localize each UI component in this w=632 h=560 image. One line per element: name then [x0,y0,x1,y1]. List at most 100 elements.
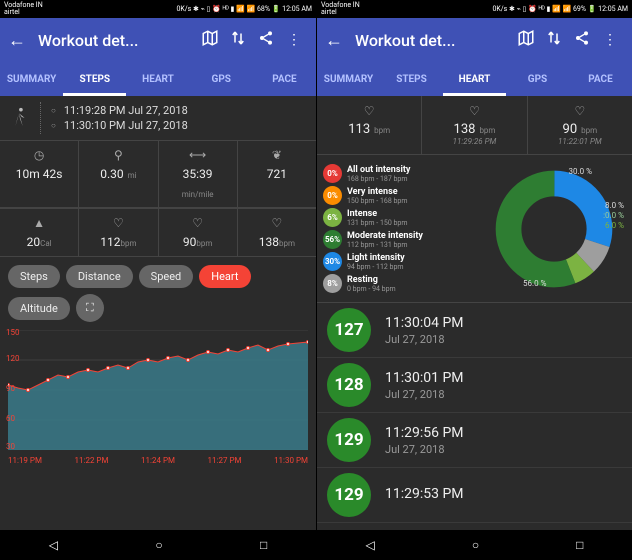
sort-icon[interactable] [224,29,252,51]
nav-recent[interactable]: □ [576,538,583,552]
phone-left: Vodafone IN airtel 0K/s ✱ ⌁ ▯ ⏰ ᴴᴰ ▮ 📶 📶… [0,0,316,560]
ytick-150: 150 [6,328,20,337]
hr-chart[interactable]: 150 120 90 60 30 11:19 PM 11:22 PM 11:24… [8,330,308,480]
phone-right: Vodafone IN airtel 0K/s ✱ ⌁ ▯ ⏰ ᴴᴰ ▮ 📶 📶… [316,0,632,560]
stat-hr-max: ♡138bpm [238,209,316,256]
clock-icon: ◷ [4,147,74,163]
chart-svg [8,330,308,450]
pill-speed[interactable]: Speed [139,265,194,288]
pill-heart[interactable]: Heart [199,265,250,288]
stat-hr-avg: ♡112bpm [79,209,158,256]
ytick-30: 30 [6,442,15,451]
zone-allout: 0%All out intensity168 bpm - 187 bpm [323,164,481,183]
nav-home[interactable]: ○ [155,538,162,552]
status-carrier: Vodafone IN airtel [321,2,360,16]
ytick-90: 90 [6,384,15,393]
back-button[interactable]: ← [325,30,343,51]
content-left: 11:19:28 PM Jul 27, 2018 11:30:10 PM Jul… [0,96,316,480]
status-icons: 0K/s ✱ ⌁ ▯ ⏰ ᴴᴰ ▮ 📶 📶 68% 🔋 12:05 AM [176,5,312,13]
zone-moderate: 56%Moderate intensity112 bpm - 131 bpm [323,230,481,249]
pill-altitude[interactable]: Altitude [8,297,70,320]
sort-icon[interactable] [540,29,568,51]
donut-label-blue: 30.0 % [569,167,592,176]
metric-pills: Steps Distance Speed Heart Altitude ⛶ [0,257,316,330]
tab-steps[interactable]: STEPS [63,62,126,96]
android-nav: ◁ ○ □ [0,530,316,560]
list-item[interactable]: 12911:29:53 PM [317,468,632,523]
status-icons: 0K/s ✱ ⌁ ▯ ⏰ ᴴᴰ ▮ 📶 📶 69% 🔋 12:05 AM [492,5,628,13]
app-bar: ← Workout det... ⋮ [317,18,632,62]
more-icon[interactable]: ⋮ [596,32,624,48]
content-right: ♡113 bpm ♡138 bpm11:29:26 PM ♡90 bpm11:2… [317,96,632,523]
tab-pace[interactable]: PACE [253,62,316,96]
flame-icon: ▲ [4,215,74,231]
share-icon[interactable] [252,30,280,50]
fullscreen-toggle[interactable]: ⛶ [76,294,104,322]
pill-distance[interactable]: Distance [66,265,133,288]
nav-home[interactable]: ○ [472,538,479,552]
time-range: 11:19:28 PM Jul 27, 2018 11:30:10 PM Jul… [0,96,316,140]
hr-summary: ♡113 bpm ♡138 bpm11:29:26 PM ♡90 bpm11:2… [317,96,632,155]
share-icon[interactable] [568,30,596,50]
list-item[interactable]: 12811:30:01 PMJul 27, 2018 [317,358,632,413]
zone-light: 30%Light intensity94 bpm - 112 bpm [323,252,481,271]
stats-row-2: ▲20Cal ♡112bpm ♡90bpm ♡138bpm [0,208,316,257]
donut-label-grey: 8.0 % [605,201,624,210]
end-time: 11:30:10 PM Jul 27, 2018 [51,119,308,132]
more-icon[interactable]: ⋮ [280,32,308,48]
stat-pace: ⟷35:39min/mile [159,141,238,207]
tab-pace[interactable]: PACE [569,62,632,96]
ytick-120: 120 [6,354,20,363]
tab-heart[interactable]: HEART [126,62,189,96]
page-title: Workout det... [355,31,512,50]
tab-steps[interactable]: STEPS [380,62,443,96]
zone-very: 0%Very intense150 bpm - 168 bpm [323,186,481,205]
hr-readings-list[interactable]: 12711:30:04 PMJul 27, 2018 12811:30:01 P… [317,303,632,523]
list-item[interactable]: 12911:29:56 PMJul 27, 2018 [317,413,632,468]
nav-back[interactable]: ◁ [49,538,58,552]
tab-summary[interactable]: SUMMARY [317,62,380,96]
page-title: Workout det... [38,31,196,50]
tabs: SUMMARY STEPS HEART GPS PACE [0,62,316,96]
zone-resting: 8%Resting0 bpm - 94 bpm [323,274,481,293]
donut-label-green: 6.0 % [605,221,624,230]
status-carrier: Vodafone IN airtel [4,2,43,16]
tab-gps[interactable]: GPS [190,62,253,96]
stats-row-1: ◷10m 42s ⚲0.30 mi ⟷35:39min/mile ❦721 [0,140,316,208]
stat-duration: ◷10m 42s [0,141,79,207]
nav-back[interactable]: ◁ [366,538,375,552]
heart-min-icon: ♡ [532,104,628,118]
zones-section: 0%All out intensity168 bpm - 187 bpm 0%V… [317,155,632,303]
android-nav: ◁ ○ □ [317,530,632,560]
donut-label-ltgreen: :0.0 % [603,211,624,220]
zones-donut: 30.0 % 8.0 % :0.0 % 6.0 % 56.0 % [481,161,626,296]
heart-max-icon: ♡ [242,215,312,231]
tab-gps[interactable]: GPS [506,62,569,96]
pin-icon: ⚲ [83,147,153,163]
heart-max-icon: ♡ [426,104,522,118]
hr-max: ♡138 bpm11:29:26 PM [422,96,527,154]
list-item[interactable]: 12711:30:04 PMJul 27, 2018 [317,303,632,358]
status-bar: Vodafone IN airtel 0K/s ✱ ⌁ ▯ ⏰ ᴴᴰ ▮ 📶 📶… [0,0,316,18]
footsteps-icon: ❦ [242,147,312,163]
zone-intense: 6%Intense131 bpm - 150 bpm [323,208,481,227]
chart-xlabels: 11:19 PM 11:22 PM 11:24 PM 11:27 PM 11:3… [8,454,308,467]
back-button[interactable]: ← [8,30,26,51]
hr-min: ♡90 bpm11:22:01 PM [528,96,632,154]
stat-steps: ❦721 [238,141,316,207]
tabs: SUMMARY STEPS HEART GPS PACE [317,62,632,96]
stat-calories: ▲20Cal [0,209,79,256]
hr-avg: ♡113 bpm [317,96,422,154]
tab-heart[interactable]: HEART [443,62,506,96]
map-icon[interactable] [512,29,540,51]
zones-legend: 0%All out intensity168 bpm - 187 bpm 0%V… [323,161,481,296]
walk-icon [8,103,32,134]
heart-min-icon: ♡ [163,215,233,231]
app-bar: ← Workout det... ⋮ [0,18,316,62]
pill-steps[interactable]: Steps [8,265,60,288]
nav-recent[interactable]: □ [260,538,267,552]
map-icon[interactable] [196,29,224,51]
tab-summary[interactable]: SUMMARY [0,62,63,96]
heart-icon: ♡ [321,104,417,118]
donut-svg [494,169,614,289]
